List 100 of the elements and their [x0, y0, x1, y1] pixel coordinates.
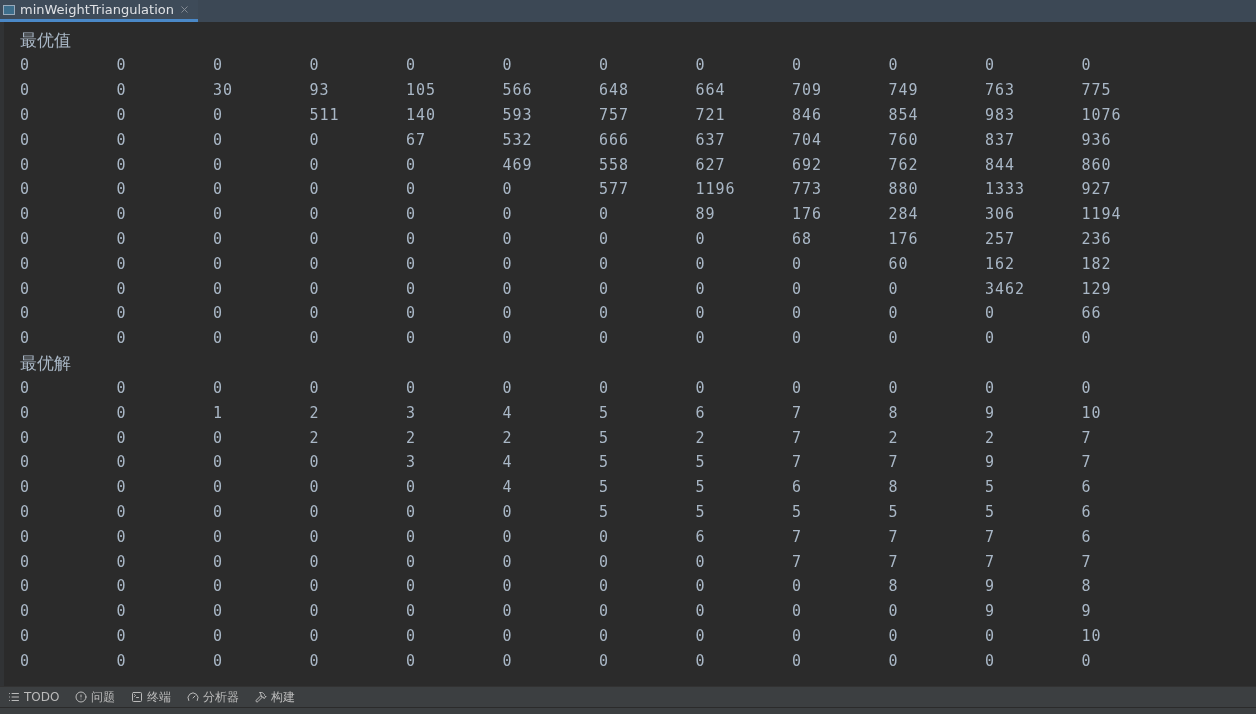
- matrix-value: 0: [309, 577, 320, 596]
- matrix-value: 0: [213, 130, 224, 149]
- matrix-value: 0: [695, 304, 706, 323]
- matrix-value: 0: [116, 651, 127, 670]
- matrix-value: 0: [599, 229, 610, 248]
- matrix-value: 664: [695, 81, 726, 100]
- matrix-value: 0: [309, 254, 320, 273]
- matrix-value: 0: [213, 279, 224, 298]
- matrix-value: 0: [599, 602, 610, 621]
- matrix-value: 2: [695, 428, 706, 447]
- matrix-value: 93: [309, 81, 330, 100]
- matrix-value: 9: [985, 403, 996, 422]
- matrix-value: 757: [599, 106, 630, 124]
- matrix-value: 0: [599, 626, 610, 645]
- matrix-value: 0: [20, 56, 31, 75]
- matrix-value: 140: [406, 106, 437, 124]
- matrix-value: 7: [1081, 552, 1092, 571]
- matrix-value: 860: [1081, 155, 1112, 174]
- matrix-value: 0: [792, 279, 803, 298]
- editor-tab[interactable]: minWeightTriangulation: [0, 0, 198, 22]
- matrix-value: 2: [502, 428, 513, 447]
- matrix-value: 0: [309, 304, 320, 323]
- matrix-value: 749: [888, 81, 919, 100]
- matrix-value: 0: [116, 106, 127, 124]
- matrix-value: 0: [888, 602, 899, 621]
- terminal-icon: [131, 691, 144, 703]
- matrix-value: 4: [502, 478, 513, 497]
- matrix-value: 0: [309, 552, 320, 571]
- matrix-value: 0: [695, 651, 706, 670]
- matrix-value: 5: [985, 502, 996, 521]
- matrix-value: 182: [1081, 254, 1112, 273]
- matrix-value: 66: [1081, 304, 1102, 323]
- matrix-value: 880: [888, 180, 919, 199]
- matrix-value: 0: [116, 602, 127, 621]
- matrix-value: 0: [20, 180, 31, 199]
- matrix-value: 0: [888, 626, 899, 645]
- tool-window-button[interactable]: 构建: [255, 688, 296, 706]
- matrix-value: 0: [502, 329, 513, 348]
- matrix-value: 0: [116, 180, 127, 199]
- matrix-value: 0: [213, 304, 224, 323]
- matrix-value: 0: [599, 552, 610, 571]
- tool-window-button[interactable]: 分析器: [187, 688, 240, 706]
- matrix-value: 0: [406, 478, 417, 497]
- matrix-value: 0: [792, 626, 803, 645]
- matrix-value: 3: [406, 453, 417, 472]
- matrix-value: 0: [213, 626, 224, 645]
- tool-window-button[interactable]: 终端: [131, 688, 172, 706]
- matrix-value: 60: [888, 254, 909, 273]
- matrix-value: 10: [1081, 626, 1102, 645]
- matrix-value: 0: [406, 329, 417, 348]
- matrix-value: 5: [599, 502, 610, 521]
- matrix-value: 8: [888, 403, 899, 422]
- matrix-value: 0: [309, 130, 320, 149]
- matrix-value: 0: [406, 56, 417, 75]
- matrix-value: 5: [599, 403, 610, 422]
- matrix-value: 0: [695, 577, 706, 596]
- matrix-value: 762: [888, 155, 919, 174]
- matrix-value: 5: [599, 453, 610, 472]
- matrix-value: 1: [213, 403, 224, 422]
- matrix-value: 0: [213, 651, 224, 670]
- matrix-value: 4: [502, 453, 513, 472]
- matrix-value: 0: [695, 329, 706, 348]
- tool-window-button[interactable]: 问题: [75, 688, 116, 706]
- window-icon: [3, 3, 15, 16]
- matrix-value: 7: [792, 552, 803, 571]
- matrix-value: 627: [695, 155, 726, 174]
- matrix-value: 0: [20, 552, 31, 571]
- matrix-value: 0: [695, 229, 706, 248]
- matrix-value: 0: [502, 626, 513, 645]
- close-icon[interactable]: [178, 4, 190, 15]
- matrix-value: 67: [406, 130, 427, 149]
- matrix-value: 5: [695, 502, 706, 521]
- matrix-value: 0: [309, 329, 320, 348]
- matrix-value: 0: [695, 56, 706, 75]
- matrix-value: 0: [20, 329, 31, 348]
- matrix-value: 0: [695, 279, 706, 298]
- matrix-value: 0: [213, 229, 224, 248]
- matrix-value: 5: [599, 478, 610, 497]
- matrix-value: 760: [888, 130, 919, 149]
- matrix-value: 8: [888, 478, 899, 497]
- matrix-value: 846: [792, 106, 823, 124]
- matrix-value: 844: [985, 155, 1016, 174]
- matrix-value: 4: [502, 403, 513, 422]
- matrix-value: 7: [1081, 453, 1092, 472]
- matrix-value: 0: [213, 453, 224, 472]
- matrix-value: 0: [20, 527, 31, 546]
- matrix-value: 0: [213, 205, 224, 224]
- matrix-value: 0: [792, 651, 803, 670]
- alert-icon: [75, 691, 88, 703]
- matrix-value: 532: [502, 130, 533, 149]
- matrix-value: 558: [599, 155, 630, 174]
- matrix-value: 0: [406, 205, 417, 224]
- matrix-value: 5: [695, 453, 706, 472]
- tool-window-button[interactable]: TODO: [8, 690, 60, 704]
- matrix-value: 577: [599, 180, 630, 199]
- matrix-value: 3462: [985, 279, 1026, 298]
- matrix-value: 8: [1081, 577, 1092, 596]
- matrix-value: 0: [309, 279, 320, 298]
- matrix-value: 0: [888, 304, 899, 323]
- matrix-value: 0: [20, 378, 31, 397]
